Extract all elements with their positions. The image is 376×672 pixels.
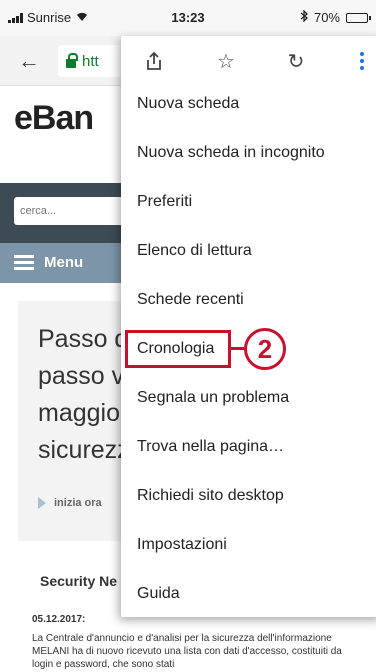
battery-info: 70%	[300, 9, 371, 25]
menu-item-desktop-site[interactable]: Richiedi sito desktop	[121, 472, 376, 520]
lock-icon	[66, 52, 78, 68]
status-bar: Sunrise 13:23 70%	[0, 0, 376, 36]
menu-item-report-problem[interactable]: Segnala un problema	[121, 374, 376, 422]
battery-percent: 70%	[313, 10, 340, 25]
star-icon[interactable]: ☆	[213, 48, 239, 74]
bluetooth-icon	[300, 9, 308, 25]
url-text: htt	[82, 52, 99, 70]
menu-icon-row: ☆ ↻	[121, 36, 376, 86]
history-highlight-box	[125, 330, 231, 368]
news-body: La Centrale d'annuncio e d'analisi per l…	[32, 633, 342, 670]
browser-overflow-menu: ☆ ↻ Nuova scheda Nuova scheda in incogni…	[121, 36, 376, 617]
menu-item-settings[interactable]: Impostazioni	[121, 521, 376, 569]
play-icon	[38, 497, 46, 509]
site-logo[interactable]: eBan	[14, 99, 94, 138]
start-link-label: inizia ora	[54, 497, 102, 509]
site-menu-label: Menu	[44, 254, 84, 271]
step-number-badge: 2	[244, 328, 286, 370]
hamburger-icon	[14, 255, 34, 271]
menu-item-help[interactable]: Guida	[121, 570, 376, 618]
menu-item-reading-list[interactable]: Elenco di lettura	[121, 227, 376, 275]
back-arrow-icon[interactable]: ←	[18, 48, 40, 74]
menu-item-recent-tabs[interactable]: Schede recenti	[121, 276, 376, 324]
menu-item-find-in-page[interactable]: Trova nella pagina…	[121, 423, 376, 471]
more-icon[interactable]	[349, 48, 375, 74]
menu-item-incognito[interactable]: Nuova scheda in incognito	[121, 129, 376, 177]
reload-icon[interactable]: ↻	[283, 48, 309, 74]
annotation-connector	[231, 347, 244, 350]
menu-item-bookmarks[interactable]: Preferiti	[121, 178, 376, 226]
news-date: 05.12.2017:	[32, 614, 86, 625]
menu-item-new-tab[interactable]: Nuova scheda	[121, 80, 376, 128]
news-heading: Security Ne	[40, 573, 118, 589]
share-icon[interactable]	[141, 48, 167, 74]
start-link[interactable]: inizia ora	[38, 497, 102, 509]
battery-icon	[346, 12, 371, 23]
